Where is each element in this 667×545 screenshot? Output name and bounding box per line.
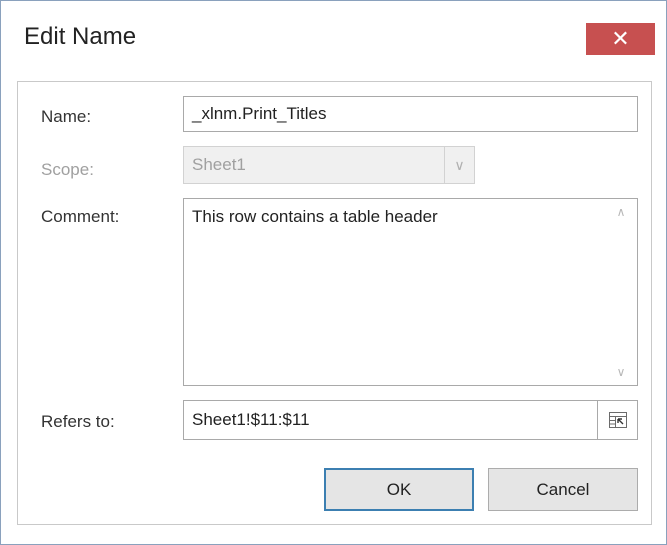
- close-button[interactable]: ✕: [586, 23, 655, 55]
- refers-to-value: Sheet1!$11:$11: [192, 410, 310, 429]
- collapse-dialog-icon: [608, 412, 627, 428]
- edit-name-dialog: Edit Name ✕ Name: _xlnm.Print_Titles Sco…: [0, 0, 667, 545]
- dialog-body: Name: _xlnm.Print_Titles Scope: Sheet1 ∨…: [17, 81, 652, 525]
- scope-selected-value: Sheet1: [192, 155, 246, 174]
- ok-button[interactable]: OK: [324, 468, 474, 511]
- chevron-down-icon[interactable]: ∨: [444, 147, 474, 183]
- name-label: Name:: [41, 107, 92, 126]
- comment-scrollbar[interactable]: ∧ ∨: [605, 199, 637, 385]
- chevron-up-icon[interactable]: ∧: [605, 205, 637, 219]
- scope-label: Scope:: [41, 160, 94, 179]
- collapse-dialog-button[interactable]: [597, 401, 637, 439]
- comment-label: Comment:: [41, 207, 120, 226]
- comment-textarea[interactable]: This row contains a table header ∧ ∨: [183, 198, 638, 386]
- cancel-button[interactable]: Cancel: [488, 468, 638, 511]
- chevron-down-icon[interactable]: ∨: [605, 365, 637, 379]
- name-input-value: _xlnm.Print_Titles: [192, 104, 327, 123]
- title-bar[interactable]: Edit Name ✕: [1, 1, 666, 81]
- refers-to-input[interactable]: Sheet1!$11:$11: [183, 400, 638, 440]
- scope-dropdown[interactable]: Sheet1 ∨: [183, 146, 475, 184]
- dialog-title: Edit Name: [24, 23, 137, 50]
- comment-text: This row contains a table header: [192, 207, 438, 226]
- refers-to-label: Refers to:: [41, 412, 115, 431]
- close-icon: ✕: [611, 26, 630, 51]
- name-input[interactable]: _xlnm.Print_Titles: [183, 96, 638, 132]
